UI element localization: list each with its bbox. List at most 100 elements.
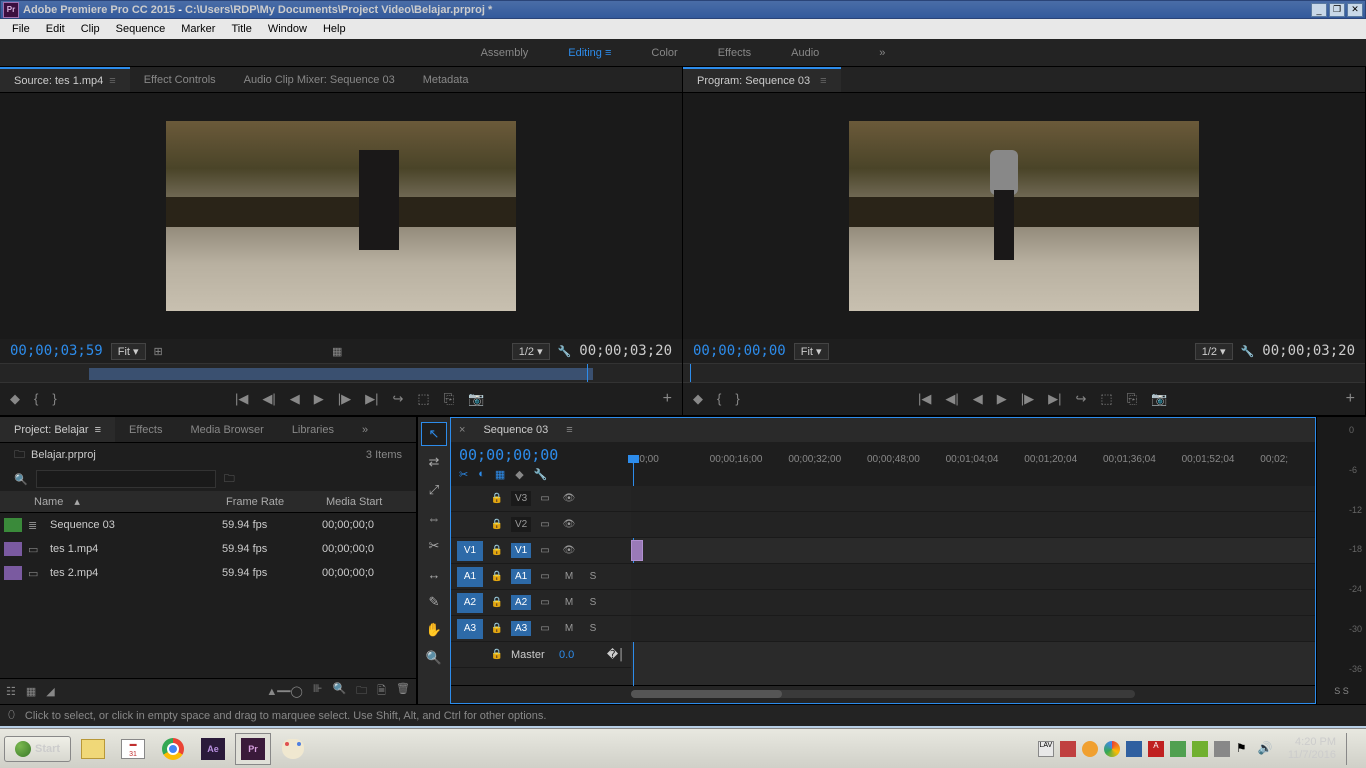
automate-icon[interactable]: ⊪ [313,682,323,701]
audio-track-header[interactable]: A2🔒A2▭MS [451,590,631,616]
transport-button[interactable]: ◀| [945,391,958,407]
timeline-timecode[interactable]: 00;00;00;00 [459,446,623,464]
new-item-icon[interactable]: 🗎 [377,682,386,701]
tray-icon[interactable] [1192,741,1208,757]
transport-button[interactable]: ⎘ [1127,391,1137,407]
close-tab-icon[interactable]: × [459,424,465,436]
tool-button[interactable]: ↖ [422,423,446,445]
sequence-tab[interactable]: Sequence 03 [473,424,558,436]
project-tab[interactable]: Project: Belajar ≡ [0,417,115,442]
transport-button[interactable]: ▶| [1048,391,1061,407]
timeline-scrollbar[interactable] [451,685,1315,703]
project-item[interactable]: ▭tes 2.mp459.94 fps00;00;00;0 [0,561,416,585]
menu-file[interactable]: File [4,21,38,37]
source-tab[interactable]: Audio Clip Mixer: Sequence 03 [230,67,409,92]
tool-button[interactable]: ⇔ [422,507,446,529]
transport-button[interactable]: ◀| [262,391,275,407]
timeline-tool-icon[interactable]: ◐ [478,468,485,481]
transport-button[interactable]: { [717,391,721,407]
audio-track-header[interactable]: A3🔒A3▭MS [451,616,631,642]
icon-view-icon[interactable]: ▦ [26,685,36,698]
master-track-header[interactable]: 🔒Master0.0�│ [451,642,631,668]
workspace-color[interactable]: Color [651,47,677,59]
menu-clip[interactable]: Clip [73,21,108,37]
transport-button[interactable]: { [34,391,38,407]
transport-button[interactable]: ↪ [393,391,404,407]
program-timecode-left[interactable]: 00;00;00;00 [693,343,786,359]
video-track-header[interactable]: 🔒V3▭👁 [451,486,631,512]
premiere-taskbar-icon[interactable]: Pr [235,733,271,765]
transport-button[interactable]: ⎘ [444,391,454,407]
header-framerate[interactable]: Frame Rate [218,496,318,508]
transport-button[interactable]: } [735,391,739,407]
program-fit-select[interactable]: Fit ▾ [794,343,829,360]
tray-flag-icon[interactable]: ⚑ [1236,741,1252,757]
aftereffects-taskbar-icon[interactable]: Ae [195,733,231,765]
transport-button[interactable]: ⬚ [417,391,429,407]
transport-button[interactable]: 📷 [468,391,484,407]
menu-help[interactable]: Help [315,21,354,37]
solo-buttons[interactable]: S S [1317,686,1366,696]
bin-nav-icon[interactable]: 🗀 [224,470,235,489]
transport-button[interactable]: |◀ [918,391,931,407]
timeline-tool-icon[interactable]: 🔧 [534,468,548,481]
tool-button[interactable]: ⤢ [422,479,446,501]
tool-button[interactable]: 🔍 [422,647,446,669]
source-tab[interactable]: Metadata [409,67,483,92]
source-tab[interactable]: Effect Controls [130,67,230,92]
timeline-tool-icon[interactable]: ▦ [495,468,505,481]
timeline-ruler[interactable]: ;00;0000;00;16;0000;00;32;0000;00;48;000… [631,442,1315,486]
transport-button[interactable]: ⬚ [1100,391,1112,407]
tool-button[interactable]: ✂ [422,535,446,557]
video-track-header[interactable]: 🔒V2▭👁 [451,512,631,538]
wrench-icon[interactable]: 🔧 [1241,345,1255,358]
paint-taskbar-icon[interactable] [275,733,311,765]
timeline-tool-icon[interactable]: ✂ [459,468,468,481]
transport-button[interactable]: ▶ [314,391,324,407]
workspace-overflow[interactable]: » [879,47,885,59]
header-mediastart[interactable]: Media Start [318,496,416,508]
close-button[interactable]: ✕ [1347,3,1363,17]
header-name[interactable]: Name ▴ [18,495,218,508]
program-ruler[interactable] [683,363,1365,383]
transport-button[interactable]: ◀ [973,391,983,407]
trash-icon[interactable]: 🗑 [396,682,410,701]
audio-track-header[interactable]: A1🔒A1▭MS [451,564,631,590]
menu-title[interactable]: Title [223,21,259,37]
tool-button[interactable]: ⇄ [422,451,446,473]
source-res-select[interactable]: 1/2 ▾ [512,343,550,360]
find-icon[interactable]: 🔍 [332,682,346,701]
video-track-header[interactable]: V1🔒V1▭👁 [451,538,631,564]
transport-button[interactable]: |◀ [235,391,248,407]
transport-button[interactable]: ▶ [997,391,1007,407]
tray-icon[interactable] [1082,741,1098,757]
tray-icon[interactable]: A [1148,741,1164,757]
track-content[interactable] [631,486,1315,685]
tool-button[interactable]: ✋ [422,619,446,641]
project-search-input[interactable] [36,470,216,488]
menu-window[interactable]: Window [260,21,315,37]
transport-button[interactable]: ◆ [10,391,20,407]
source-fit-select[interactable]: Fit ▾ [111,343,146,360]
source-tab[interactable]: Source: tes 1.mp4≡ [0,67,130,92]
tray-icon[interactable]: LAV [1038,741,1054,757]
taskbar-clock[interactable]: 4:20 PM 11/7/2016 [1288,736,1336,762]
program-tab[interactable]: Program: Sequence 03≡ [683,67,841,92]
project-tab[interactable]: Libraries [278,417,348,442]
transport-button[interactable]: 📷 [1151,391,1167,407]
video-clip[interactable] [631,540,643,561]
start-button[interactable]: Start [4,736,71,762]
tool-button[interactable]: ✎ [422,591,446,613]
project-tab[interactable]: Media Browser [176,417,277,442]
menu-sequence[interactable]: Sequence [108,21,174,37]
project-tab[interactable]: Effects [115,417,176,442]
chrome-taskbar-icon[interactable] [155,733,191,765]
project-item[interactable]: ▭tes 1.mp459.94 fps00;00;00;0 [0,537,416,561]
transport-button[interactable]: |▶ [1021,391,1034,407]
workspace-effects[interactable]: Effects [718,47,751,59]
minimize-button[interactable]: _ [1311,3,1327,17]
menu-edit[interactable]: Edit [38,21,73,37]
project-item[interactable]: ≣Sequence 0359.94 fps00;00;00;0 [0,513,416,537]
transport-button[interactable]: ▶| [365,391,378,407]
menu-marker[interactable]: Marker [173,21,223,37]
